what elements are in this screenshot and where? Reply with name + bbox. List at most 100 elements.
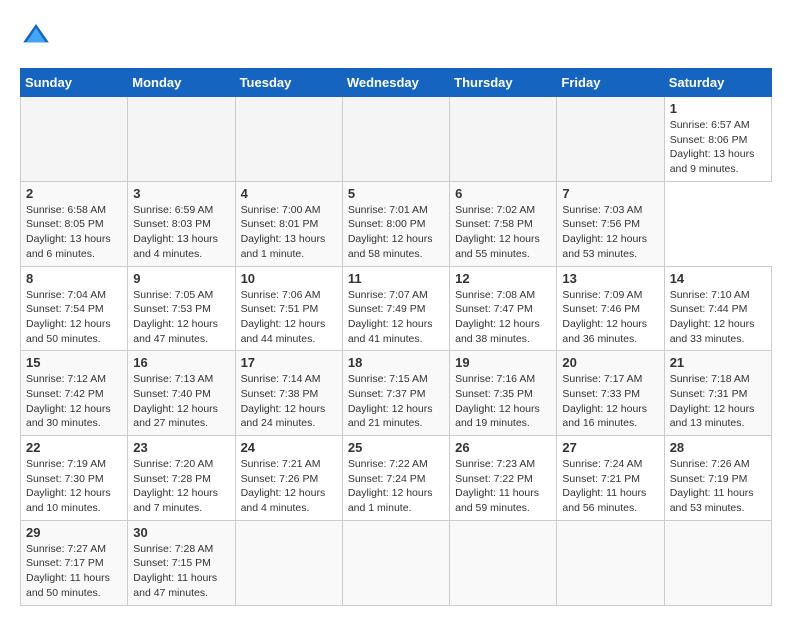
day-info: Sunrise: 7:04 AMSunset: 7:54 PMDaylight:…	[26, 288, 122, 347]
day-info: Sunrise: 7:09 AMSunset: 7:46 PMDaylight:…	[562, 288, 658, 347]
day-info: Sunrise: 7:23 AMSunset: 7:22 PMDaylight:…	[455, 457, 551, 516]
day-number: 17	[241, 355, 337, 370]
day-info: Sunrise: 7:17 AMSunset: 7:33 PMDaylight:…	[562, 372, 658, 431]
calendar-cell	[557, 520, 664, 605]
day-number: 1	[670, 101, 766, 116]
logo-icon	[20, 20, 52, 52]
logo	[20, 20, 56, 52]
header-cell-saturday: Saturday	[664, 69, 771, 97]
day-info: Sunrise: 7:19 AMSunset: 7:30 PMDaylight:…	[26, 457, 122, 516]
calendar-cell: 9Sunrise: 7:05 AMSunset: 7:53 PMDaylight…	[128, 266, 235, 351]
calendar-cell: 30 Sunrise: 7:28 AMSunset: 7:15 PMDayligh…	[128, 520, 235, 605]
day-number: 26	[455, 440, 551, 455]
day-info: Sunrise: 7:26 AMSunset: 7:19 PMDaylight:…	[670, 457, 766, 516]
day-number: 5	[348, 186, 444, 201]
calendar-cell	[664, 520, 771, 605]
calendar-table: SundayMondayTuesdayWednesdayThursdayFrid…	[20, 68, 772, 606]
day-info: Sunrise: 6:57 AMSunset: 8:06 PMDaylight:…	[670, 118, 766, 177]
day-info: Sunrise: 7:21 AMSunset: 7:26 PMDaylight:…	[241, 457, 337, 516]
calendar-week-4: 22Sunrise: 7:19 AMSunset: 7:30 PMDayligh…	[21, 436, 772, 521]
day-info: Sunrise: 7:08 AMSunset: 7:47 PMDaylight:…	[455, 288, 551, 347]
header-row: SundayMondayTuesdayWednesdayThursdayFrid…	[21, 69, 772, 97]
header-cell-wednesday: Wednesday	[342, 69, 449, 97]
day-number: 7	[562, 186, 658, 201]
day-info: Sunrise: 7:10 AMSunset: 7:44 PMDaylight:…	[670, 288, 766, 347]
calendar-cell: 16 Sunrise: 7:13 AMSunset: 7:40 PMDayligh…	[128, 351, 235, 436]
day-number: 2	[26, 186, 122, 201]
calendar-cell	[235, 97, 342, 182]
day-info: Sunrise: 7:05 AMSunset: 7:53 PMDaylight:…	[133, 288, 229, 347]
header-cell-thursday: Thursday	[450, 69, 557, 97]
calendar-cell: 23 Sunrise: 7:20 AMSunset: 7:28 PMDayligh…	[128, 436, 235, 521]
day-number: 18	[348, 355, 444, 370]
calendar-week-3: 15 Sunrise: 7:12 AMSunset: 7:42 PMDayligh…	[21, 351, 772, 436]
calendar-cell: 17Sunrise: 7:14 AMSunset: 7:38 PMDayligh…	[235, 351, 342, 436]
day-info: Sunrise: 7:00 AMSunset: 8:01 PMDaylight:…	[241, 203, 337, 262]
calendar-body: 1 Sunrise: 6:57 AMSunset: 8:06 PMDaylight…	[21, 97, 772, 606]
calendar-cell: 7 Sunrise: 7:03 AMSunset: 7:56 PMDaylight…	[557, 181, 664, 266]
calendar-cell	[342, 520, 449, 605]
day-number: 27	[562, 440, 658, 455]
calendar-header: SundayMondayTuesdayWednesdayThursdayFrid…	[21, 69, 772, 97]
calendar-cell	[342, 97, 449, 182]
calendar-cell	[450, 97, 557, 182]
day-info: Sunrise: 7:28 AMSunset: 7:15 PMDaylight:…	[133, 542, 229, 601]
calendar-cell: 19Sunrise: 7:16 AMSunset: 7:35 PMDayligh…	[450, 351, 557, 436]
day-number: 21	[670, 355, 766, 370]
day-info: Sunrise: 7:24 AMSunset: 7:21 PMDaylight:…	[562, 457, 658, 516]
calendar-cell: 13Sunrise: 7:09 AMSunset: 7:46 PMDayligh…	[557, 266, 664, 351]
day-info: Sunrise: 7:13 AMSunset: 7:40 PMDaylight:…	[133, 372, 229, 431]
calendar-cell: 2Sunrise: 6:58 AMSunset: 8:05 PMDaylight…	[21, 181, 128, 266]
day-info: Sunrise: 7:03 AMSunset: 7:56 PMDaylight:…	[562, 203, 658, 262]
calendar-cell: 29 Sunrise: 7:27 AMSunset: 7:17 PMDayligh…	[21, 520, 128, 605]
day-number: 8	[26, 271, 122, 286]
calendar-cell	[235, 520, 342, 605]
day-info: Sunrise: 7:18 AMSunset: 7:31 PMDaylight:…	[670, 372, 766, 431]
calendar-cell: 6Sunrise: 7:02 AMSunset: 7:58 PMDaylight…	[450, 181, 557, 266]
day-number: 16	[133, 355, 229, 370]
day-number: 30	[133, 525, 229, 540]
day-number: 15	[26, 355, 122, 370]
day-info: Sunrise: 6:59 AMSunset: 8:03 PMDaylight:…	[133, 203, 229, 262]
calendar-cell: 1 Sunrise: 6:57 AMSunset: 8:06 PMDaylight…	[664, 97, 771, 182]
calendar-cell: 14 Sunrise: 7:10 AMSunset: 7:44 PMDayligh…	[664, 266, 771, 351]
day-info: Sunrise: 7:01 AMSunset: 8:00 PMDaylight:…	[348, 203, 444, 262]
calendar-cell: 5 Sunrise: 7:01 AMSunset: 8:00 PMDaylight…	[342, 181, 449, 266]
calendar-cell: 26 Sunrise: 7:23 AMSunset: 7:22 PMDayligh…	[450, 436, 557, 521]
day-number: 25	[348, 440, 444, 455]
calendar-cell	[128, 97, 235, 182]
calendar-cell: 21 Sunrise: 7:18 AMSunset: 7:31 PMDayligh…	[664, 351, 771, 436]
day-number: 14	[670, 271, 766, 286]
day-number: 24	[241, 440, 337, 455]
day-info: Sunrise: 7:12 AMSunset: 7:42 PMDaylight:…	[26, 372, 122, 431]
day-number: 20	[562, 355, 658, 370]
calendar-cell: 11Sunrise: 7:07 AMSunset: 7:49 PMDayligh…	[342, 266, 449, 351]
calendar-week-2: 8 Sunrise: 7:04 AMSunset: 7:54 PMDaylight…	[21, 266, 772, 351]
calendar-cell: 24 Sunrise: 7:21 AMSunset: 7:26 PMDayligh…	[235, 436, 342, 521]
header-cell-monday: Monday	[128, 69, 235, 97]
calendar-cell: 10Sunrise: 7:06 AMSunset: 7:51 PMDayligh…	[235, 266, 342, 351]
header-cell-tuesday: Tuesday	[235, 69, 342, 97]
calendar-cell	[557, 97, 664, 182]
day-info: Sunrise: 7:22 AMSunset: 7:24 PMDaylight:…	[348, 457, 444, 516]
day-number: 6	[455, 186, 551, 201]
day-info: Sunrise: 7:06 AMSunset: 7:51 PMDaylight:…	[241, 288, 337, 347]
calendar-cell: 25 Sunrise: 7:22 AMSunset: 7:24 PMDayligh…	[342, 436, 449, 521]
day-info: Sunrise: 7:15 AMSunset: 7:37 PMDaylight:…	[348, 372, 444, 431]
header-cell-friday: Friday	[557, 69, 664, 97]
calendar-week-0: 1 Sunrise: 6:57 AMSunset: 8:06 PMDaylight…	[21, 97, 772, 182]
day-number: 28	[670, 440, 766, 455]
page-header	[20, 20, 772, 52]
calendar-cell: 18 Sunrise: 7:15 AMSunset: 7:37 PMDayligh…	[342, 351, 449, 436]
day-number: 12	[455, 271, 551, 286]
calendar-cell: 28 Sunrise: 7:26 AMSunset: 7:19 PMDayligh…	[664, 436, 771, 521]
day-info: Sunrise: 7:16 AMSunset: 7:35 PMDaylight:…	[455, 372, 551, 431]
day-number: 23	[133, 440, 229, 455]
calendar-cell	[450, 520, 557, 605]
calendar-cell: 15 Sunrise: 7:12 AMSunset: 7:42 PMDayligh…	[21, 351, 128, 436]
day-number: 3	[133, 186, 229, 201]
day-info: Sunrise: 7:27 AMSunset: 7:17 PMDaylight:…	[26, 542, 122, 601]
day-number: 29	[26, 525, 122, 540]
day-info: Sunrise: 7:20 AMSunset: 7:28 PMDaylight:…	[133, 457, 229, 516]
calendar-cell: 12 Sunrise: 7:08 AMSunset: 7:47 PMDayligh…	[450, 266, 557, 351]
